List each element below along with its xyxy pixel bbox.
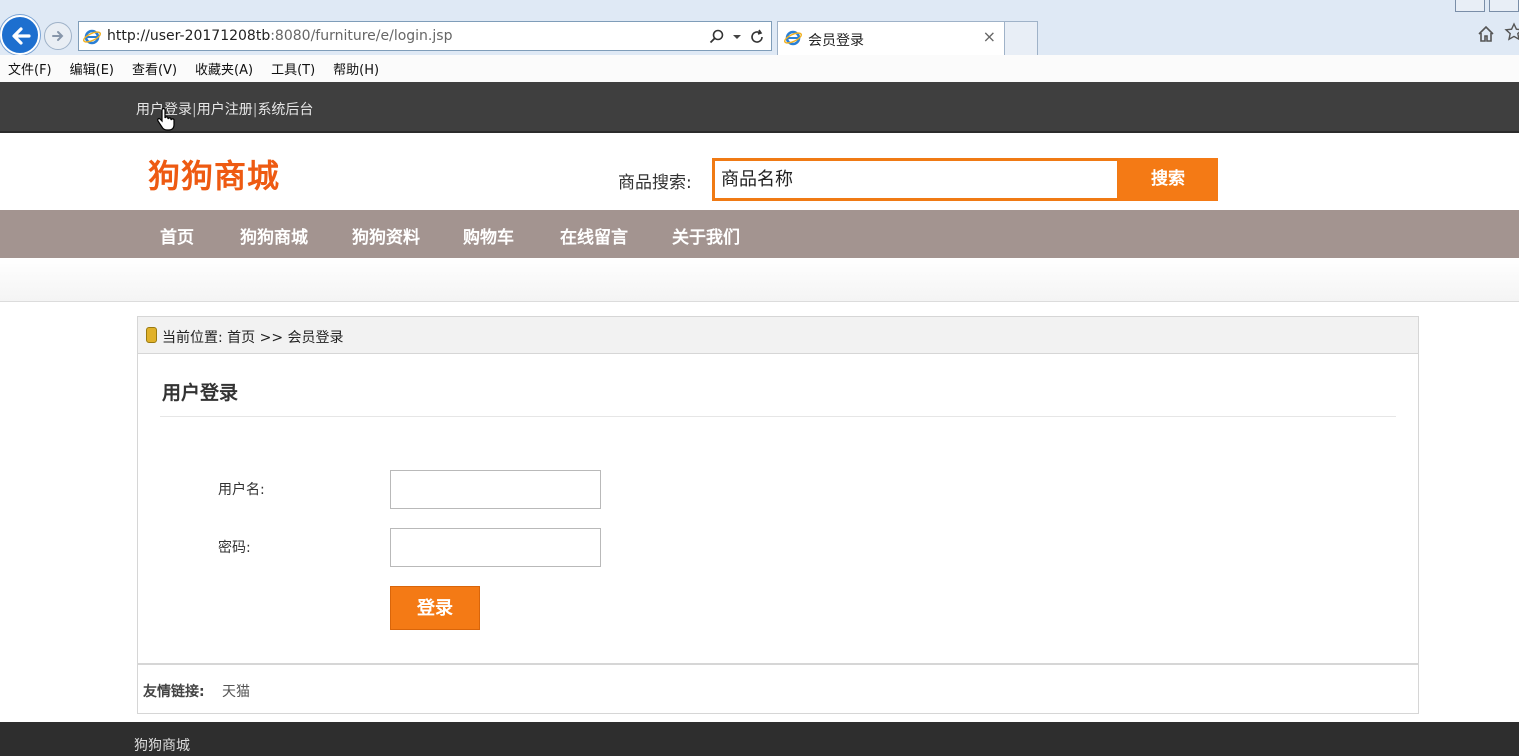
friend-links-bar: 友情链接: 天猫 — [137, 664, 1419, 714]
page-title: 用户登录 — [162, 382, 239, 404]
sub-band — [0, 258, 1519, 302]
nav-home[interactable]: 首页 — [160, 223, 194, 248]
menu-favorites[interactable]: 收藏夹(A) — [195, 59, 253, 78]
new-tab-button[interactable] — [1004, 21, 1038, 55]
username-input[interactable] — [390, 470, 601, 509]
browser-toolbar: http://user-20171208tb:8080/furniture/e/… — [0, 0, 1519, 55]
menu-help[interactable]: 帮助(H) — [333, 59, 379, 78]
breadcrumb: 当前位置: 首页 >> 会员登录 — [137, 316, 1419, 354]
search-input[interactable]: 商品名称 — [712, 158, 1120, 201]
browser-tab[interactable]: 会员登录 × — [777, 21, 1005, 55]
close-icon[interactable]: × — [983, 27, 996, 46]
forward-button[interactable] — [44, 22, 72, 50]
address-url[interactable]: http://user-20171208tb:8080/furniture/e/… — [107, 28, 452, 44]
arrow-right-icon — [52, 31, 64, 41]
dropdown-arrow-icon[interactable] — [733, 33, 741, 41]
search-icon[interactable] — [709, 29, 725, 45]
window-controls — [1455, 0, 1519, 12]
address-bar[interactable]: http://user-20171208tb:8080/furniture/e/… — [78, 21, 772, 51]
menu-bar: 文件(F) 编辑(E) 查看(V) 收藏夹(A) 工具(T) 帮助(H) — [0, 55, 1519, 82]
home-icon[interactable] — [1476, 24, 1496, 44]
search-label: 商品搜索: — [618, 173, 692, 193]
menu-tools[interactable]: 工具(T) — [271, 59, 315, 78]
back-button[interactable] — [0, 15, 40, 55]
password-input[interactable] — [390, 528, 601, 567]
friend-links-label: 友情链接: — [143, 684, 205, 700]
site-logo[interactable]: 狗狗商城 — [148, 151, 280, 197]
menu-view[interactable]: 查看(V) — [132, 59, 177, 78]
nav-about[interactable]: 关于我们 — [672, 223, 740, 248]
ie-logo-icon — [83, 29, 101, 45]
refresh-icon[interactable] — [749, 29, 765, 45]
breadcrumb-text: 当前位置: 首页 >> 会员登录 — [162, 330, 344, 346]
hand-cursor-icon — [157, 108, 175, 131]
site-top-bar: 用户登录|用户注册|系统后台 — [0, 82, 1519, 133]
menu-file[interactable]: 文件(F) — [8, 59, 52, 78]
search-button[interactable]: 搜索 — [1118, 158, 1218, 201]
nav-cart[interactable]: 购物车 — [463, 223, 514, 248]
footer-text: 狗狗商城 — [134, 738, 190, 754]
arrow-left-icon — [12, 27, 31, 45]
title-divider — [160, 416, 1396, 417]
ie-logo-icon — [784, 30, 802, 46]
user-register-link[interactable]: 用户注册 — [197, 102, 253, 118]
username-label: 用户名: — [218, 482, 265, 498]
site-footer: 狗狗商城 — [0, 722, 1519, 756]
address-tools — [709, 27, 765, 47]
nav-dog-info[interactable]: 狗狗资料 — [352, 223, 420, 248]
tab-title: 会员登录 — [808, 33, 864, 49]
star-icon[interactable] — [1504, 22, 1519, 42]
admin-backend-link[interactable]: 系统后台 — [257, 102, 313, 118]
minimize-icon[interactable] — [1455, 0, 1485, 12]
main-nav: 首页 狗狗商城 狗狗资料 购物车 在线留言 关于我们 — [0, 210, 1519, 258]
location-icon — [146, 327, 157, 343]
menu-edit[interactable]: 编辑(E) — [70, 59, 114, 78]
friend-link-tmall[interactable]: 天猫 — [222, 681, 250, 701]
nav-dog-mall[interactable]: 狗狗商城 — [240, 223, 308, 248]
password-label: 密码: — [218, 540, 251, 556]
login-panel: 用户登录 用户名: 密码: 登录 — [137, 354, 1419, 664]
restore-icon[interactable] — [1489, 0, 1519, 12]
login-button[interactable]: 登录 — [390, 586, 480, 630]
nav-message[interactable]: 在线留言 — [560, 223, 628, 248]
